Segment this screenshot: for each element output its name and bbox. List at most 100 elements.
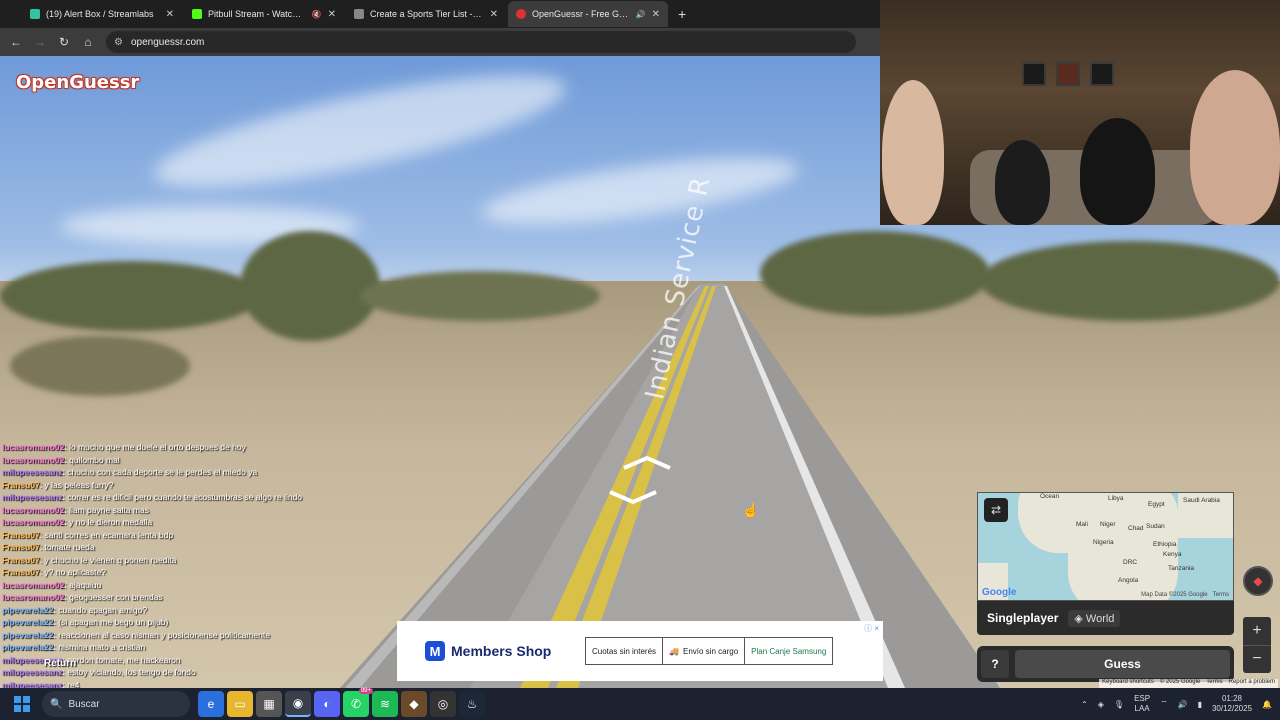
steam-icon[interactable]: ♨: [459, 691, 485, 717]
url-text: openguessr.com: [130, 36, 205, 48]
address-bar[interactable]: ⚙ openguessr.com: [106, 31, 856, 53]
chat-text: santi corres en ecamara lenta bdp: [44, 529, 174, 540]
map-label: Sudan: [1146, 523, 1165, 530]
forward-arrow-icon[interactable]: →: [30, 32, 50, 52]
chrome-icon[interactable]: ◉: [285, 691, 311, 717]
chat-message: Fransu07: y chucho le vienen q ponen rue…: [2, 554, 402, 567]
chat-username: Fransu07: [2, 542, 40, 552]
wifi-icon[interactable]: ⌔: [1160, 699, 1168, 709]
home-icon[interactable]: ⌂: [78, 32, 98, 52]
speaker-icon[interactable]: 🔊: [636, 10, 646, 19]
map-attribution: Map Data ©2025 Google Terms: [1141, 592, 1229, 598]
lang-top: ESP: [1134, 694, 1151, 703]
notifications-icon[interactable]: 🔔: [1262, 700, 1272, 709]
store-icon[interactable]: ▦: [256, 691, 282, 717]
search-placeholder: Buscar: [68, 698, 100, 710]
chevron-up-icon[interactable]: ⌃: [1081, 700, 1088, 709]
site-info-icon[interactable]: ⚙: [114, 37, 123, 48]
return-button[interactable]: Return: [44, 658, 76, 669]
guess-minimap[interactable]: Ocean Libya Egypt Saudi Arabia Mali Nige…: [977, 492, 1234, 601]
guess-button[interactable]: Guess: [1015, 650, 1230, 678]
stream-chat-overlay: lucasromano02: lo mucho que me duele el …: [2, 441, 402, 691]
muted-audio-icon[interactable]: 🔇: [312, 10, 322, 19]
taskbar-search[interactable]: 🔍 Buscar: [42, 691, 190, 717]
zoom-out-button[interactable]: −: [1243, 646, 1271, 674]
chat-text: liam payne salta mas: [69, 504, 149, 515]
ad-info-close[interactable]: ⓘ ×: [864, 623, 879, 634]
discord-icon[interactable]: ◐: [314, 691, 340, 717]
close-tab-icon[interactable]: ✕: [328, 9, 336, 20]
chat-message: pipevarela22: (si apagan me bego un piju…: [2, 616, 402, 629]
openguessr-favicon-icon: [516, 9, 526, 19]
chat-text: y no le dieron medalla: [69, 517, 153, 527]
close-tab-icon[interactable]: ✕: [166, 9, 174, 20]
new-tab-button[interactable]: +: [670, 6, 694, 22]
map-terms-link[interactable]: Terms: [1213, 592, 1229, 598]
tab-pitbull-stream[interactable]: Pitbull Stream - Watch Live 🔇 ✕: [184, 1, 344, 27]
chat-text: tomate rueda: [44, 542, 95, 552]
openguessr-logo: OpenGuessr: [16, 72, 140, 93]
move-forward-arrow-icon[interactable]: [620, 454, 674, 472]
tab-tier-list[interactable]: Create a Sports Tier List - TierM ✕: [346, 1, 506, 27]
spotify-icon[interactable]: ≋: [372, 691, 398, 717]
map-label: Chad: [1128, 525, 1144, 532]
ad-promo-envio: 🚚 Envío sin cargo: [663, 638, 746, 664]
browser-tab-bar: (19) Alert Box / Streamlabs ✕ Pitbull St…: [0, 0, 880, 28]
map-label: DRC: [1123, 559, 1138, 566]
terms-link[interactable]: Terms: [1206, 679, 1222, 688]
wall-frame: [1090, 62, 1114, 86]
move-back-arrow-icon[interactable]: [606, 488, 660, 506]
language-indicator[interactable]: ESP LAA: [1134, 694, 1150, 714]
time: 01:28: [1221, 694, 1243, 703]
game-icon[interactable]: ◆: [401, 691, 427, 717]
close-tab-icon[interactable]: ✕: [652, 9, 660, 20]
tiermaker-favicon-icon: [354, 9, 364, 19]
reload-icon[interactable]: ↻: [54, 32, 74, 52]
zoom-in-button[interactable]: +: [1243, 617, 1271, 646]
notification-badge: 99+: [358, 688, 373, 694]
minimap-size-toggle-icon[interactable]: ⇄: [984, 498, 1008, 522]
tab-streamlabs[interactable]: (19) Alert Box / Streamlabs ✕: [22, 1, 182, 27]
chat-username: pipevarela22: [2, 604, 54, 615]
search-icon: 🔍: [50, 698, 63, 710]
compass-icon[interactable]: ◆: [1243, 566, 1273, 596]
tab-title: (19) Alert Box / Streamlabs: [46, 9, 154, 19]
map-scope-badge[interactable]: ◈ World: [1068, 609, 1121, 627]
chat-message: lucasromano02: lo mucho que me duele el …: [2, 441, 402, 454]
date: 30/12/2025: [1211, 704, 1253, 713]
chat-text: geoguesser con brendas: [69, 592, 163, 602]
whatsapp-icon[interactable]: ✆ 99+: [343, 688, 373, 717]
chat-text: lo mucho que me duele el orto despues de…: [69, 442, 246, 452]
wall-frame: [1022, 62, 1046, 86]
report-problem-link[interactable]: Report a problem: [1229, 679, 1275, 688]
clock[interactable]: 01:28 30/12/2025: [1212, 694, 1252, 714]
battery-icon[interactable]: ▮: [1198, 700, 1202, 709]
ad-promo-cuotas: Cuotas sin interés: [586, 638, 664, 664]
map-label: Kenya: [1163, 551, 1182, 558]
help-button[interactable]: ?: [981, 650, 1009, 678]
chat-text: ajaquiuu: [69, 579, 102, 590]
person: [1080, 118, 1155, 225]
close-tab-icon[interactable]: ✕: [490, 9, 498, 20]
chat-message: pipevarela22: cuando apagan amigo?: [2, 604, 402, 617]
file-explorer-icon[interactable]: ▭: [227, 691, 253, 717]
ad-banner[interactable]: M Members Shop Cuotas sin interés 🚚 Envío…: [397, 621, 883, 681]
chat-username: milupeesesanz: [2, 492, 63, 502]
promo-text: Cuotas sin interés: [592, 646, 657, 656]
network-icon[interactable]: ◈: [1098, 700, 1104, 709]
tab-openguessr[interactable]: OpenGuessr - Free GeoGue 🔊 ✕: [508, 1, 668, 27]
chat-message: Fransu07: y? no aplicaste?: [2, 566, 402, 579]
layers-icon: ◈: [1074, 612, 1086, 625]
back-arrow-icon[interactable]: ←: [6, 32, 26, 52]
microphone-icon[interactable]: 🎙: [1114, 700, 1124, 709]
map-label: Ethiopia: [1153, 541, 1177, 548]
system-tray: ⌃ ◈ 🎙 ESP LAA ⌔ 🔊 ▮ 01:28 30/12/2025 🔔: [1081, 688, 1272, 720]
chat-username: pipevarela22: [2, 642, 54, 652]
keyboard-shortcuts-link[interactable]: Keyboard shortcuts: [1102, 679, 1154, 688]
edge-icon[interactable]: e: [198, 691, 224, 717]
chat-username: lucasromano02: [2, 504, 65, 515]
windows-start-icon[interactable]: [8, 690, 36, 718]
ad-promos: Cuotas sin interés 🚚 Envío sin cargo Plan…: [585, 637, 834, 665]
obs-icon[interactable]: ◎: [430, 691, 456, 717]
volume-icon[interactable]: 🔊: [1178, 700, 1188, 709]
